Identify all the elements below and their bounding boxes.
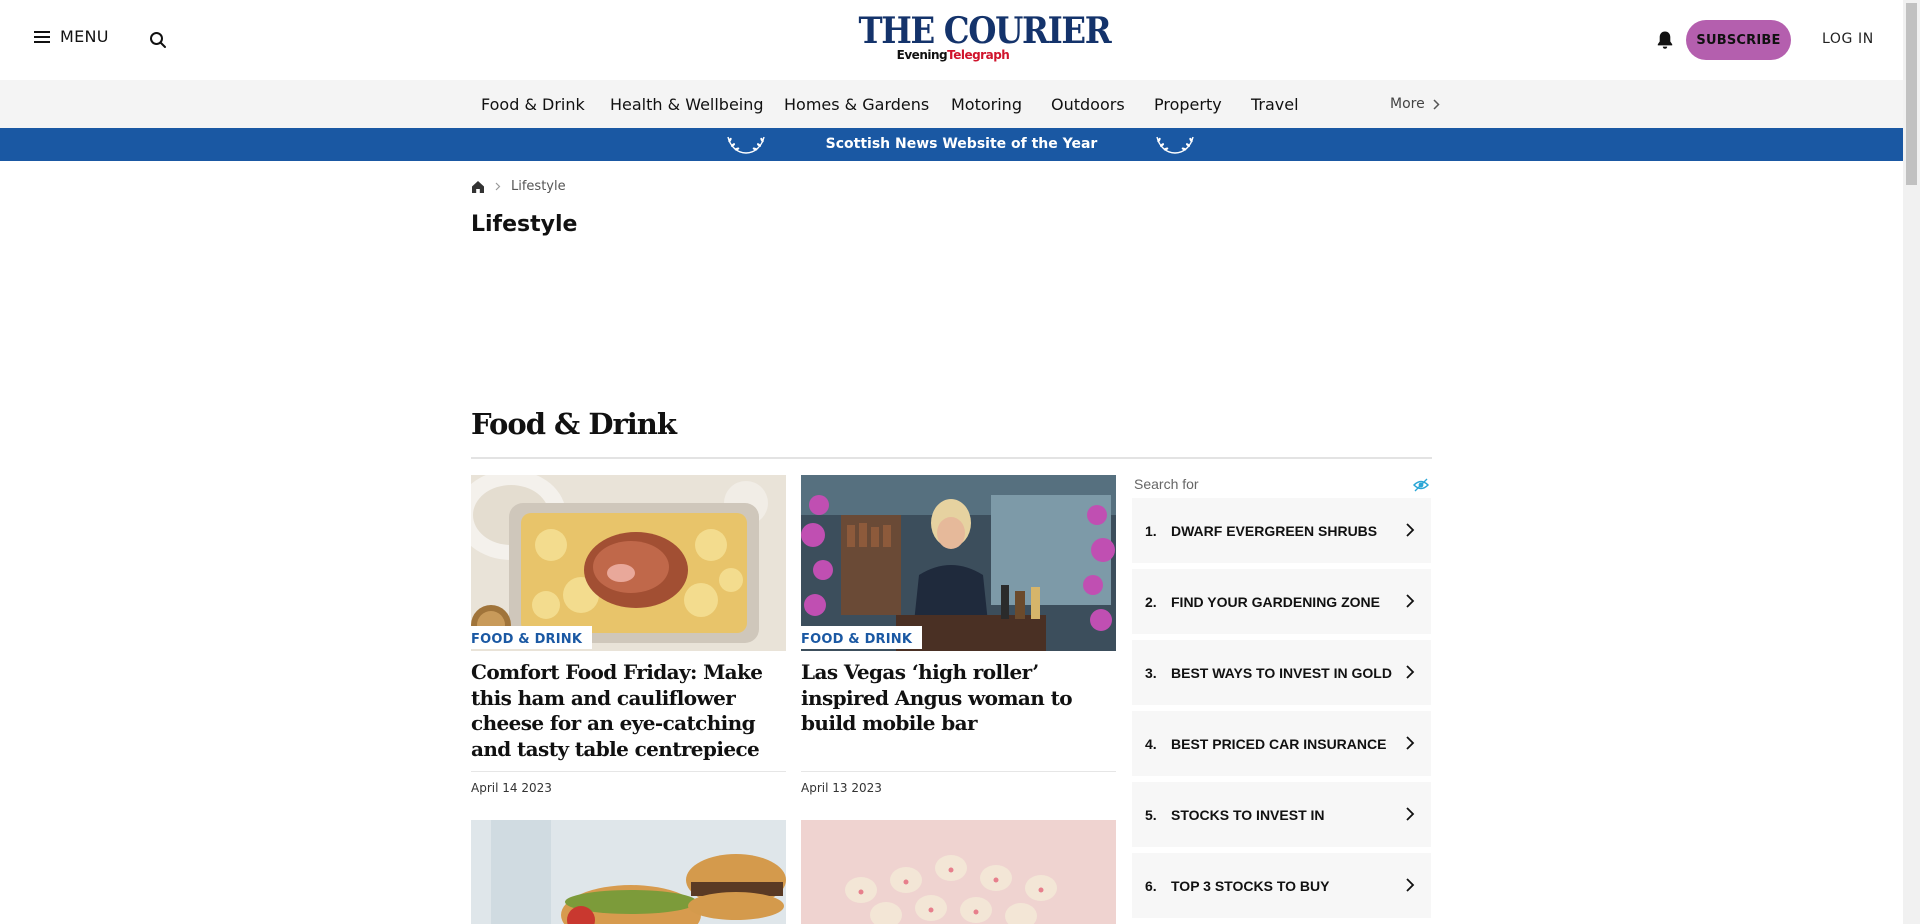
nav-more-label: More — [1390, 96, 1425, 112]
nav-item-property[interactable]: Property — [1154, 95, 1222, 114]
page-scrollbar[interactable] — [1903, 0, 1920, 924]
chevron-right-icon — [1406, 665, 1415, 679]
scrollbar-thumb[interactable] — [1906, 3, 1917, 185]
home-icon[interactable] — [471, 180, 485, 194]
ad-search-item[interactable]: 3. BEST WAYS TO INVEST IN GOLD — [1132, 640, 1431, 705]
section-title[interactable]: Food & Drink — [471, 407, 677, 441]
ad-header: Search for — [1132, 470, 1431, 498]
nav-more-button[interactable]: More — [1390, 96, 1440, 112]
ad-item-number: 5. — [1145, 807, 1157, 823]
nav-item-outdoors[interactable]: Outdoors — [1051, 95, 1125, 114]
ad-search-item[interactable]: 1. DWARF EVERGREEN SHRUBS — [1132, 498, 1431, 563]
breadcrumb: Lifestyle — [471, 179, 566, 194]
breadcrumb-current[interactable]: Lifestyle — [511, 179, 566, 194]
chevron-right-icon — [1406, 807, 1415, 821]
article-category-tag[interactable]: FOOD & DRINK — [471, 626, 593, 649]
article-date: April 13 2023 — [801, 781, 882, 795]
ad-choices-icon[interactable] — [1413, 478, 1429, 492]
menu-icon — [34, 30, 50, 43]
chevron-right-icon — [1406, 523, 1415, 537]
ad-item-text: TOP 3 STOCKS TO BUY — [1171, 878, 1330, 894]
ad-item-text: FIND YOUR GARDENING ZONE — [1171, 594, 1380, 610]
ad-item-number: 3. — [1145, 665, 1157, 681]
chevron-right-icon — [1433, 98, 1440, 110]
ad-item-text: BEST PRICED CAR INSURANCE — [1171, 736, 1387, 752]
ad-search-item[interactable]: 6. TOP 3 STOCKS TO BUY — [1132, 853, 1431, 918]
nav-item-food-drink[interactable]: Food & Drink — [481, 95, 585, 114]
ad-item-number: 4. — [1145, 736, 1157, 752]
ad-item-number: 1. — [1145, 523, 1157, 539]
article-image[interactable] — [471, 820, 786, 924]
search-icon[interactable] — [149, 31, 167, 49]
article-divider — [801, 771, 1116, 772]
bell-icon[interactable] — [1656, 30, 1674, 50]
page-title: Lifestyle — [471, 212, 578, 237]
article-divider — [471, 771, 786, 772]
ad-label: Search for — [1134, 476, 1199, 492]
ad-search-item[interactable]: 2. FIND YOUR GARDENING ZONE — [1132, 569, 1431, 634]
ad-item-text: STOCKS TO INVEST IN — [1171, 807, 1325, 823]
site-logo[interactable]: THE COURIER EveningTelegraph — [848, 10, 1112, 62]
nav-item-homes-gardens[interactable]: Homes & Gardens — [784, 95, 929, 114]
ad-item-number: 6. — [1145, 878, 1157, 894]
nav-item-travel[interactable]: Travel — [1251, 95, 1299, 114]
chevron-right-icon — [495, 182, 501, 191]
site-header: MENU THE COURIER EveningTelegraph SUBSCR… — [0, 0, 1903, 80]
article-headline[interactable]: Comfort Food Friday: Make this ham and c… — [471, 660, 786, 762]
ad-search-item[interactable]: 4. BEST PRICED CAR INSURANCE — [1132, 711, 1431, 776]
ad-item-number: 2. — [1145, 594, 1157, 610]
article-category-tag[interactable]: FOOD & DRINK — [801, 626, 923, 649]
ad-item-text: BEST WAYS TO INVEST IN GOLD — [1171, 665, 1392, 681]
login-link[interactable]: LOG IN — [1822, 31, 1874, 47]
award-text: Scottish News Website of the Year — [825, 136, 1098, 152]
section-divider — [471, 457, 1432, 459]
article-image[interactable] — [801, 475, 1116, 651]
logo-wordmark: THE COURIER — [858, 10, 1112, 52]
menu-button[interactable]: MENU — [34, 27, 109, 46]
ad-search-item[interactable]: 5. STOCKS TO INVEST IN — [1132, 782, 1431, 847]
chevron-right-icon — [1406, 736, 1415, 750]
nav-item-motoring[interactable]: Motoring — [951, 95, 1022, 114]
subscribe-button[interactable]: SUBSCRIBE — [1686, 20, 1791, 60]
chevron-right-icon — [1406, 878, 1415, 892]
article-date: April 14 2023 — [471, 781, 552, 795]
nav-item-health-wellbeing[interactable]: Health & Wellbeing — [610, 95, 764, 114]
article-image[interactable] — [471, 475, 786, 651]
award-banner: Scottish News Website of the Year — [0, 128, 1903, 161]
article-headline[interactable]: Las Vegas ‘high roller’ inspired Angus w… — [801, 660, 1116, 737]
laurel-right-icon — [1156, 136, 1194, 154]
chevron-right-icon — [1406, 594, 1415, 608]
article-image[interactable] — [801, 820, 1116, 924]
sponsored-search-ad: Search for 1. DWARF EVERGREEN SHRUBS 2. … — [1132, 470, 1431, 924]
ad-item-text: DWARF EVERGREEN SHRUBS — [1171, 523, 1378, 539]
menu-label: MENU — [60, 27, 109, 46]
category-nav: Food & Drink Health & Wellbeing Homes & … — [0, 80, 1903, 128]
